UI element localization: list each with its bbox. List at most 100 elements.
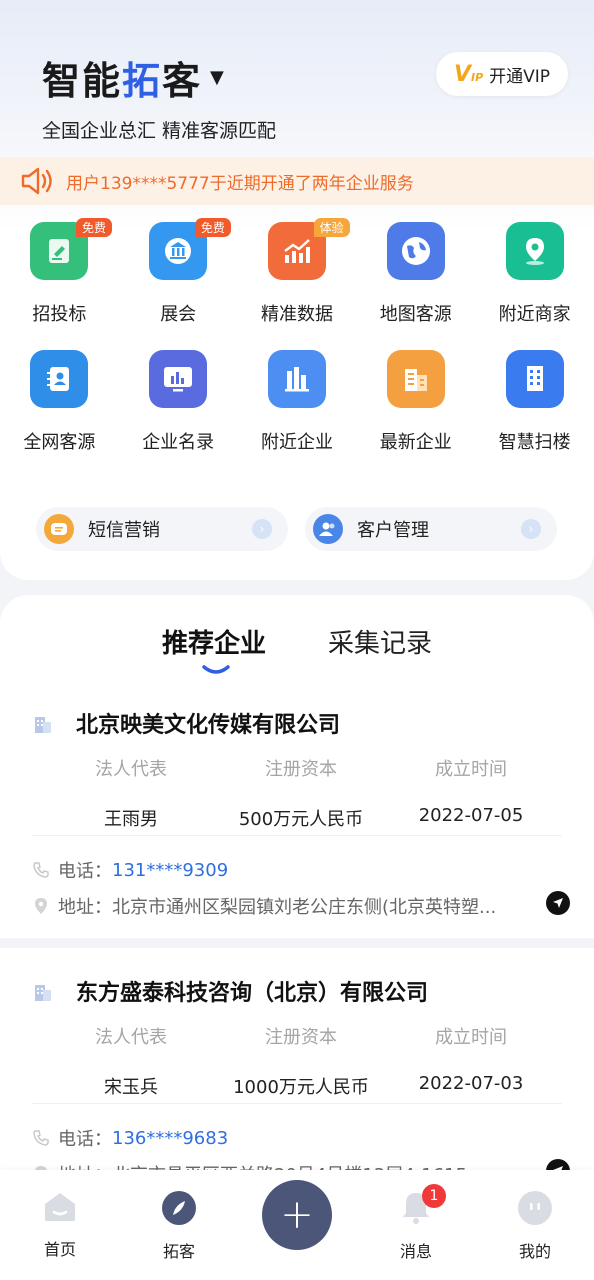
profile-icon	[518, 1191, 552, 1225]
tab-home[interactable]: 首页	[20, 1190, 100, 1260]
feature-label: 全网客源	[23, 432, 96, 453]
company-name: 东方盛泰科技咨询（北京）有限公司	[76, 981, 429, 1006]
tab-explore[interactable]: 拓客	[139, 1190, 219, 1262]
card-separator	[0, 938, 594, 948]
sms-label: 短信营销	[88, 520, 160, 541]
divider	[32, 1103, 562, 1104]
chevron-right-icon: ›	[521, 519, 541, 539]
office-building-icon	[386, 350, 445, 408]
feature-label: 企业名录	[142, 432, 215, 453]
vip-label: 开通VIP	[489, 66, 551, 87]
address-value: 北京市通州区梨园镇刘老公庄东侧(北京英特塑...	[112, 897, 497, 918]
speaker-icon	[21, 167, 52, 195]
phone-line[interactable]: 电话： 131****9309	[32, 857, 228, 883]
phone-value[interactable]: 131****9309	[112, 860, 228, 881]
tab-mine-label: 我的	[518, 1242, 551, 1261]
customer-management-button[interactable]: 客户管理 ›	[305, 507, 557, 551]
home-icon	[45, 1193, 75, 1221]
tab-active-indicator	[202, 665, 230, 674]
feature-item[interactable]: 最新企业	[356, 350, 475, 454]
add-button[interactable]: +	[262, 1180, 332, 1250]
feature-item[interactable]: 地图客源	[356, 222, 475, 326]
feature-item[interactable]: 免费展会	[119, 218, 238, 326]
phone-label: 电话：	[58, 1129, 112, 1150]
compass-icon	[162, 1191, 196, 1225]
capital-label: 注册资本	[265, 759, 337, 780]
company-meta: 法人代表 宋玉兵 注册资本 1000万元人民币 成立时间 2022-07-03	[46, 1023, 556, 1099]
feature-item[interactable]: 体验精准数据	[238, 218, 357, 326]
capital-value: 500万元人民币	[238, 809, 364, 830]
location-icon	[35, 898, 47, 914]
feature-item[interactable]: 企业名录	[119, 350, 238, 454]
legal-rep-value: 王雨男	[104, 809, 158, 830]
message-badge: 1	[422, 1184, 446, 1208]
notice-text: 用户139****5777于近期开通了两年企业服务	[66, 173, 414, 194]
company-card[interactable]: 北京映美文化传媒有限公司 法人代表 王雨男 注册资本 500万元人民币 成立时间 20…	[0, 695, 594, 965]
feature-label: 地图客源	[379, 304, 452, 325]
sms-icon	[44, 514, 74, 544]
feature-label: 招投标	[32, 304, 87, 325]
feature-item[interactable]: 免费 招投标	[0, 218, 119, 326]
notice-bar[interactable]: 用户139****5777于近期开通了两年企业服务	[0, 157, 594, 205]
tab-home-label: 首页	[43, 1240, 76, 1259]
navigation-arrow-icon	[553, 898, 563, 908]
legal-rep-label: 法人代表	[95, 759, 167, 780]
globe-icon	[386, 222, 445, 280]
feature-label: 精准数据	[260, 304, 333, 325]
founded-value: 2022-07-03	[418, 1073, 524, 1094]
company-meta: 法人代表 王雨男 注册资本 500万元人民币 成立时间 2022-07-05	[46, 755, 556, 831]
bar-building-icon	[267, 350, 326, 408]
tab-explore-label: 拓客	[162, 1242, 195, 1261]
feature-item[interactable]: 智慧扫楼	[475, 350, 594, 454]
navigate-button[interactable]	[546, 891, 570, 915]
capital-label: 注册资本	[265, 1027, 337, 1048]
phone-icon	[33, 1130, 49, 1146]
slogan: 全国企业总汇 精准客源匹配	[42, 120, 277, 142]
vip-icon: VIP	[453, 61, 484, 87]
feature-item[interactable]: 全网客源	[0, 350, 119, 454]
tab-messages[interactable]: 1 消息	[376, 1184, 456, 1262]
company-building-icon	[35, 717, 51, 733]
phone-icon	[33, 862, 49, 878]
address-label: 地址：	[58, 897, 112, 918]
brand-text-b: 拓	[122, 59, 163, 103]
customers-icon	[313, 514, 343, 544]
feature-label: 智慧扫楼	[498, 432, 571, 453]
address-line: 地址： 北京市通州区梨园镇刘老公庄东侧(北京英特塑...	[32, 893, 496, 919]
feature-label: 展会	[160, 304, 197, 325]
capital-value: 1000万元人民币	[233, 1077, 369, 1098]
feature-item[interactable]: 附近企业	[238, 350, 357, 454]
open-vip-button[interactable]: VIP 开通VIP	[436, 52, 568, 96]
tower-building-icon	[505, 350, 564, 408]
founded-label: 成立时间	[435, 759, 507, 780]
phone-value[interactable]: 136****9683	[112, 1128, 228, 1149]
feature-tag-badge: 免费	[194, 218, 231, 237]
tab-mine[interactable]: 我的	[495, 1190, 575, 1262]
sms-marketing-button[interactable]: 短信营销 ›	[36, 507, 288, 551]
monitor-chart-icon	[149, 350, 208, 408]
feature-label: 最新企业	[379, 432, 452, 453]
company-name: 北京映美文化传媒有限公司	[76, 713, 341, 738]
legal-rep-label: 法人代表	[95, 1027, 167, 1048]
tab-messages-label: 消息	[399, 1242, 432, 1261]
tab-recommended[interactable]: 推荐企业	[162, 623, 266, 660]
plus-icon: +	[280, 1192, 314, 1238]
phone-line[interactable]: 电话： 136****9683	[32, 1125, 228, 1151]
feature-label: 附近商家	[498, 304, 571, 325]
brand-text-c: 客	[162, 59, 203, 103]
company-card[interactable]: 东方盛泰科技咨询（北京）有限公司 法人代表 宋玉兵 注册资本 1000万元人民币 成…	[0, 963, 594, 1195]
feature-tag-badge: 体验	[313, 218, 350, 237]
company-building-icon	[35, 985, 51, 1001]
divider	[32, 835, 562, 836]
list-tabs: 推荐企业 采集记录	[0, 623, 594, 683]
crm-label: 客户管理	[357, 520, 429, 541]
tab-records[interactable]: 采集记录	[328, 623, 432, 660]
feature-item[interactable]: 附近商家	[475, 222, 594, 326]
location-pin-icon	[505, 222, 564, 280]
founded-label: 成立时间	[435, 1027, 507, 1048]
chevron-down-icon: ▼	[210, 67, 226, 88]
chevron-right-icon: ›	[252, 519, 272, 539]
feature-label: 附近企业	[260, 432, 333, 453]
contacts-book-icon	[30, 350, 89, 408]
app-brand-title[interactable]: 智能拓客 ▼	[42, 50, 226, 105]
